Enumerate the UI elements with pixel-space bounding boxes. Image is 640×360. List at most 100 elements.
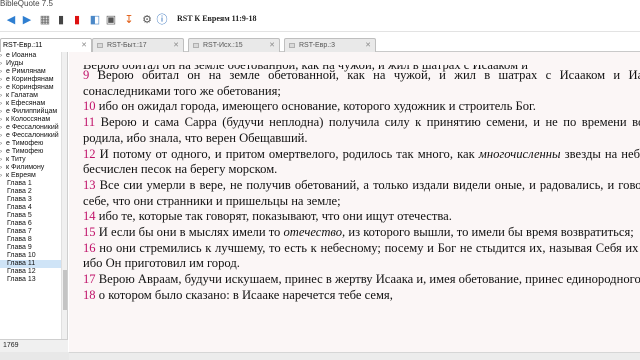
- verse-number[interactable]: 15: [83, 225, 96, 239]
- tree-item-label: Глава 7: [7, 228, 32, 235]
- tree-chapter-item[interactable]: Глава 11: [0, 260, 67, 268]
- verse: 17 Верою Авраам, будучи искушаем, принес…: [83, 272, 640, 288]
- window-title: BibleQuote 7.5: [0, 0, 53, 8]
- tree-book-item[interactable]: › е Тимофею: [0, 140, 67, 148]
- tab-heb-3[interactable]: RST-Евр.:3 ✕: [284, 38, 376, 52]
- tree-book-item[interactable]: › к Титу: [0, 156, 67, 164]
- verse-text: И если бы они в мыслях имели то: [98, 225, 284, 240]
- status-bar: 1769: [0, 339, 68, 352]
- tree-book-item[interactable]: › к Ефесянам: [0, 100, 67, 108]
- tree-chapter-item[interactable]: Глава 12: [0, 268, 67, 276]
- tree-book-item[interactable]: › к Колоссянам: [0, 116, 67, 124]
- book-icon[interactable]: ▦: [38, 13, 52, 27]
- verse-text: Верою и сама Сарра (будучи неплодна) пол…: [83, 115, 640, 145]
- info-icon[interactable]: ⓘ: [155, 13, 169, 27]
- close-icon[interactable]: ✕: [365, 41, 371, 49]
- corner-panel: [0, 352, 69, 360]
- tab-exo-15[interactable]: RST-Исх.:15 ✕: [188, 38, 280, 52]
- tree-chapter-item[interactable]: Глава 2: [0, 188, 67, 196]
- verse-number[interactable]: 14: [83, 209, 96, 223]
- verse-number[interactable]: 10: [83, 99, 96, 113]
- verse: 15 И если бы они в мыслях имели то отече…: [83, 225, 640, 241]
- tree-item-label: Глава 4: [7, 204, 32, 211]
- book-tree-list: › е Иоанна › Иуды › е Римлянам › е Коринфянам › е…: [0, 52, 67, 284]
- forward-icon[interactable]: ▶: [20, 13, 34, 27]
- tree-scrollbar[interactable]: [61, 52, 67, 352]
- tree-item-label: Глава 11: [7, 260, 36, 267]
- verse-text: Верою Авраам, будучи искушаем, принес в …: [98, 272, 640, 287]
- tree-item-label: Глава 9: [7, 244, 32, 251]
- tab-heb-11[interactable]: RST-Евр.:11 ✕: [0, 38, 92, 53]
- verse: 9 Верою обитал он на земле обетованной, …: [83, 68, 640, 99]
- back-icon[interactable]: ◀: [4, 13, 18, 27]
- verse: 16 но они стремились к лучшему, то есть …: [83, 241, 640, 272]
- close-icon[interactable]: ✕: [81, 41, 87, 49]
- red-bookmark-icon[interactable]: ▮: [70, 13, 84, 27]
- tree-chapter-item[interactable]: Глава 3: [0, 196, 67, 204]
- toolbar: ◀ ▶ ▦ ▮ ▮ ◧ ▣ ↧ ⚙ ⓘ RST К Евреям 11:9-18: [0, 9, 640, 32]
- tree-book-item[interactable]: › е Фессалоникий: [0, 124, 67, 132]
- tree-item-label: е Иоанна: [6, 52, 37, 59]
- tree-item-label: к Колоссянам: [6, 116, 51, 123]
- tree-item-label: Глава 8: [7, 236, 32, 243]
- verse: 18 о котором было сказано: в Исааке наре…: [83, 288, 640, 304]
- verse: 12 И потому от одного, и притом омертвел…: [83, 147, 640, 178]
- tree-chapter-item[interactable]: Глава 1: [0, 180, 67, 188]
- verse: 10 ибо он ожидал города, имеющего основа…: [83, 99, 640, 115]
- verse-number[interactable]: 17: [83, 272, 96, 286]
- tab-label: RST-Быт.:17: [107, 42, 147, 49]
- verse-text: о котором было сказано: в Исааке наречет…: [98, 287, 393, 302]
- settings-icon[interactable]: ⚙: [140, 13, 154, 27]
- tree-chapter-item[interactable]: Глава 7: [0, 228, 67, 236]
- tab-document-icon: [193, 43, 199, 48]
- tree-book-item[interactable]: › е Иоанна: [0, 52, 67, 60]
- title-bar: BibleQuote 7.5: [0, 0, 640, 9]
- close-icon[interactable]: ✕: [173, 41, 179, 49]
- tree-chapter-item[interactable]: Глава 8: [0, 236, 67, 244]
- status-count: 1769: [3, 342, 19, 349]
- tab-label: RST-Евр.:11: [3, 42, 43, 49]
- tab-bar: RST-Евр.:11 ✕ RST-Быт.:17 ✕ RST-Исх.:15 …: [0, 36, 640, 53]
- tab-gen-17[interactable]: RST-Быт.:17 ✕: [92, 38, 184, 52]
- tree-book-item[interactable]: › е Коринфянам: [0, 84, 67, 92]
- verse-number[interactable]: 18: [83, 288, 96, 302]
- tree-scrollbar-thumb[interactable]: [63, 270, 67, 310]
- tree-chapter-item[interactable]: Глава 13: [0, 276, 67, 284]
- tree-book-item[interactable]: › е Тимофею: [0, 148, 67, 156]
- tree-chapter-item[interactable]: Глава 5: [0, 212, 67, 220]
- tree-chapter-item[interactable]: Глава 6: [0, 220, 67, 228]
- tree-book-item[interactable]: › е Римлянам: [0, 68, 67, 76]
- tree-book-item[interactable]: › к Филимону: [0, 164, 67, 172]
- tree-item-label: Глава 2: [7, 188, 32, 195]
- bookmark-icon[interactable]: ▮: [54, 13, 68, 27]
- tree-item-label: е Тимофею: [6, 140, 44, 147]
- tree-book-item[interactable]: › к Галатам: [0, 92, 67, 100]
- tree-book-item[interactable]: › е Филиппийцам: [0, 108, 67, 116]
- verse-number[interactable]: 9: [83, 68, 89, 82]
- download-icon[interactable]: ↧: [122, 13, 136, 27]
- tree-chapter-item[interactable]: Глава 10: [0, 252, 67, 260]
- tree-item-label: е Тимофею: [6, 148, 44, 155]
- tree-item-label: Глава 12: [7, 268, 36, 275]
- tree-item-label: Иуды: [6, 60, 24, 67]
- reader-pane: Верою обитал он на земле обетованной, ка…: [69, 52, 640, 352]
- verse-number[interactable]: 13: [83, 178, 96, 192]
- verse-number[interactable]: 12: [83, 147, 96, 161]
- tree-book-item[interactable]: › к Евреям: [0, 172, 67, 180]
- verse-number[interactable]: 11: [83, 115, 95, 129]
- tree-item-label: е Римлянам: [6, 68, 46, 75]
- tree-chapter-item[interactable]: Глава 9: [0, 244, 67, 252]
- verse-italic-text: многочисленны: [478, 146, 561, 161]
- verse-number[interactable]: 16: [83, 241, 96, 255]
- tab-label: RST-Евр.:3: [299, 42, 336, 49]
- verse: 13 Все сии умерли в вере, не получив обе…: [83, 178, 640, 209]
- tree-book-item[interactable]: › е Фессалоникий: [0, 132, 67, 140]
- close-icon[interactable]: ✕: [269, 41, 275, 49]
- copy-icon[interactable]: ◧: [88, 13, 102, 27]
- tree-book-item[interactable]: › е Коринфянам: [0, 76, 67, 84]
- tree-book-item[interactable]: › Иуды: [0, 60, 67, 68]
- tree-chapter-item[interactable]: Глава 4: [0, 204, 67, 212]
- horizontal-scrollbar[interactable]: [69, 352, 640, 360]
- print-icon[interactable]: ▣: [104, 13, 118, 27]
- tree-item-label: к Галатам: [6, 92, 38, 99]
